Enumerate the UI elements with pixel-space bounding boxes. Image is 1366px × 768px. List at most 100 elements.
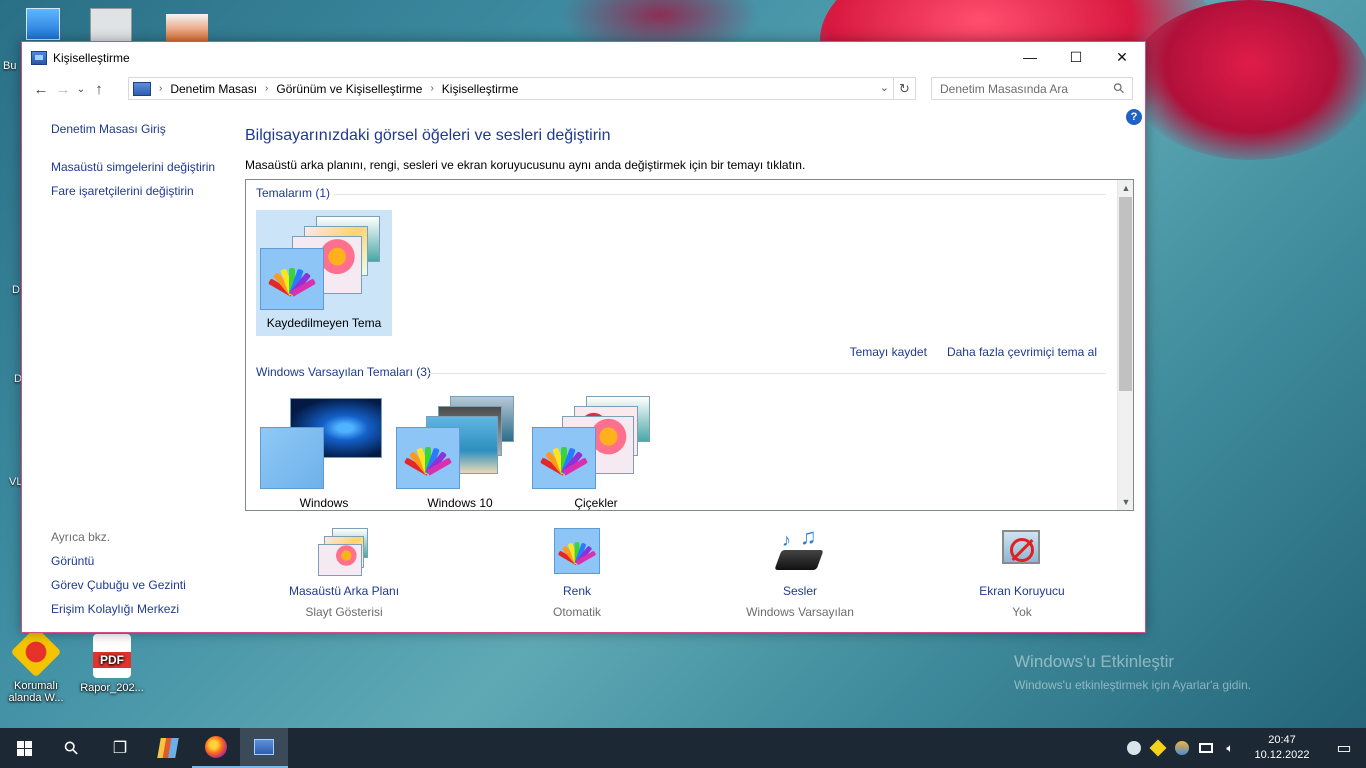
search-button[interactable]: ⚲ bbox=[48, 728, 96, 768]
network-icon[interactable] bbox=[1194, 728, 1218, 768]
chevron-right-icon: › bbox=[430, 83, 434, 94]
sounds-setting[interactable]: ♪ ♫ Sesler Windows Varsayılan bbox=[700, 524, 900, 619]
screen-saver-setting[interactable]: Ekran Koruyucu Yok bbox=[922, 528, 1122, 619]
chevron-right-icon: › bbox=[159, 83, 163, 94]
nav-mouse-pointers[interactable]: Fare işaretçilerini değiştirin bbox=[51, 184, 241, 198]
windows-color-tile-icon bbox=[260, 427, 324, 489]
page-title: Bilgisayarınızdaki görsel öğeleri ve ses… bbox=[245, 127, 611, 144]
my-themes-header: Temalarım (1) bbox=[256, 186, 331, 200]
scroll-up-arrow-icon[interactable]: ▲ bbox=[1118, 180, 1133, 196]
see-also-header: Ayrıca bkz. bbox=[51, 530, 111, 544]
security-shield-icon[interactable] bbox=[1146, 728, 1170, 768]
network-globe-icon[interactable] bbox=[1170, 728, 1194, 768]
pdf-badge: PDF bbox=[93, 652, 131, 668]
see-also-ease-of-access[interactable]: Erişim Kolaylığı Merkezi bbox=[51, 602, 241, 616]
search-icon: ⚲ bbox=[59, 735, 84, 760]
firefox-icon bbox=[205, 736, 227, 758]
pencil-ruler-icon bbox=[157, 738, 179, 758]
taskbar-app-tools[interactable] bbox=[144, 728, 192, 768]
theme-windows[interactable]: Windows bbox=[256, 390, 392, 510]
recent-locations-button[interactable]: ⌄ bbox=[74, 77, 88, 101]
nav-control-panel-home[interactable]: Denetim Masası Giriş bbox=[51, 122, 241, 136]
notification-center-icon[interactable]: ▭ bbox=[1322, 728, 1366, 768]
taskbar-app-firefox[interactable] bbox=[192, 728, 240, 768]
wallpaper-flower bbox=[1130, 0, 1366, 160]
screen-saver-title[interactable]: Ekran Koruyucu bbox=[922, 584, 1122, 598]
breadcrumb-control-panel[interactable]: Denetim Masası bbox=[170, 82, 257, 96]
breadcrumb-appearance[interactable]: Görünüm ve Kişiselleştirme bbox=[276, 82, 422, 96]
save-theme-link[interactable]: Temayı kaydet bbox=[850, 345, 927, 359]
window-title: Kişiselleştirme bbox=[53, 51, 130, 65]
watermark-text: Windows'u etkinleştirmek için Ayarlar'a … bbox=[1014, 678, 1252, 692]
help-button[interactable]: ? bbox=[1126, 109, 1142, 125]
theme-name: Windows 10 bbox=[427, 496, 493, 510]
up-button[interactable]: ↑ bbox=[88, 77, 110, 101]
sandbox-icon bbox=[10, 626, 62, 678]
pdf-file-icon: PDF bbox=[93, 634, 131, 678]
screen-saver-value: Yok bbox=[1012, 605, 1032, 619]
minimize-button[interactable]: — bbox=[1007, 42, 1053, 72]
divider bbox=[428, 373, 1106, 374]
theme-unsaved[interactable]: Kaydedilmeyen Tema bbox=[256, 210, 392, 336]
address-bar[interactable]: › Denetim Masası › Görünüm ve Kişiselleş… bbox=[128, 77, 916, 100]
color-value: Otomatik bbox=[552, 605, 601, 619]
desktop-icon-partial[interactable] bbox=[166, 14, 208, 42]
sounds-title[interactable]: Sesler bbox=[700, 584, 900, 598]
taskbar: ⚲ ❐ 🔈︎ 20:47 10.12.2022 ▭ bbox=[0, 728, 1366, 768]
address-bar-row: ← → ⌄ ↑ › Denetim Masası › Görünüm ve Ki… bbox=[22, 74, 1145, 104]
desktop-background-title[interactable]: Masaüstü Arka Planı bbox=[244, 584, 444, 598]
theme-name: Çiçekler bbox=[574, 496, 618, 510]
color-fan-icon bbox=[403, 443, 453, 476]
chevron-right-icon: › bbox=[265, 83, 269, 94]
color-palette-icon bbox=[260, 248, 324, 310]
taskbar-app-control-panel[interactable] bbox=[240, 728, 288, 768]
volume-icon[interactable]: 🔈︎ bbox=[1218, 728, 1242, 768]
maximize-button[interactable]: ☐ bbox=[1053, 42, 1099, 72]
search-icon[interactable]: ⚲ bbox=[1109, 79, 1128, 98]
desktop-icon-pdf[interactable]: PDF Rapor_202... bbox=[76, 634, 148, 694]
color-fan-icon bbox=[267, 264, 317, 297]
theme-list[interactable]: Temalarım (1) Kaydedilmeyen Tema Temayı … bbox=[245, 179, 1134, 511]
desktop-icon-label: Korumalı alanda W... bbox=[8, 680, 64, 704]
theme-windows-10[interactable]: Windows 10 bbox=[392, 390, 528, 510]
close-button[interactable]: ✕ bbox=[1099, 42, 1145, 72]
theme-name: Windows bbox=[299, 496, 349, 510]
desktop-background-value: Slayt Gösterisi bbox=[305, 605, 383, 619]
vertical-scrollbar[interactable]: ▲ ▼ bbox=[1117, 180, 1133, 510]
color-fan-icon bbox=[539, 443, 589, 476]
desktop-background-setting[interactable]: Masaüstü Arka Planı Slayt Gösterisi bbox=[244, 528, 444, 619]
title-bar[interactable]: Kişiselleştirme — ☐ ✕ bbox=[22, 42, 1145, 74]
watermark-title: Windows'u Etkinleştir bbox=[1014, 652, 1175, 671]
default-themes-header: Windows Varsayılan Temaları (3) bbox=[256, 365, 431, 379]
activation-watermark: Windows'u Etkinleştir Windows'u etkinleş… bbox=[1014, 652, 1251, 692]
search-input[interactable]: Denetim Masasında Ara ⚲ bbox=[931, 77, 1133, 100]
see-also-display[interactable]: Görüntü bbox=[51, 554, 241, 568]
desktop-icon-partial[interactable] bbox=[90, 8, 132, 42]
start-button[interactable] bbox=[0, 728, 48, 768]
nav-desktop-icons[interactable]: Masaüstü simgelerini değiştirin bbox=[51, 160, 241, 174]
task-view-icon: ❐ bbox=[112, 740, 128, 757]
clock-date: 10.12.2022 bbox=[1254, 749, 1310, 761]
desktop-icon-label: Rapor_202... bbox=[80, 682, 144, 694]
scroll-down-arrow-icon[interactable]: ▼ bbox=[1118, 494, 1133, 510]
see-also-taskbar[interactable]: Görev Çubuğu ve Gezinti bbox=[51, 578, 241, 592]
control-panel-icon bbox=[254, 739, 274, 755]
forward-button[interactable]: → bbox=[52, 77, 74, 101]
refresh-button[interactable]: ↻ bbox=[893, 78, 915, 99]
chevron-down-icon[interactable]: ⌄ bbox=[880, 81, 889, 94]
desktop-icon-sandbox[interactable]: Korumalı alanda W... bbox=[0, 626, 72, 704]
theme-flowers[interactable]: Çiçekler bbox=[528, 390, 664, 510]
desktop-icon-label: D bbox=[12, 284, 20, 296]
get-more-themes-link[interactable]: Daha fazla çevrimiçi tema al bbox=[947, 345, 1097, 359]
color-setting[interactable]: Renk Otomatik bbox=[477, 528, 677, 619]
back-button[interactable]: ← bbox=[30, 77, 52, 101]
desktop-icon-partial[interactable] bbox=[26, 8, 60, 40]
task-view-button[interactable]: ❐ bbox=[96, 728, 144, 768]
divider bbox=[334, 194, 1106, 195]
breadcrumb-personalization[interactable]: Kişiselleştirme bbox=[442, 82, 519, 96]
clock[interactable]: 20:47 10.12.2022 bbox=[1242, 733, 1322, 763]
steam-icon[interactable] bbox=[1122, 728, 1146, 768]
see-also: Ayrıca bkz. Görüntü Görev Çubuğu ve Gezi… bbox=[51, 530, 241, 626]
scrollbar-thumb[interactable] bbox=[1119, 197, 1132, 391]
color-title[interactable]: Renk bbox=[477, 584, 677, 598]
